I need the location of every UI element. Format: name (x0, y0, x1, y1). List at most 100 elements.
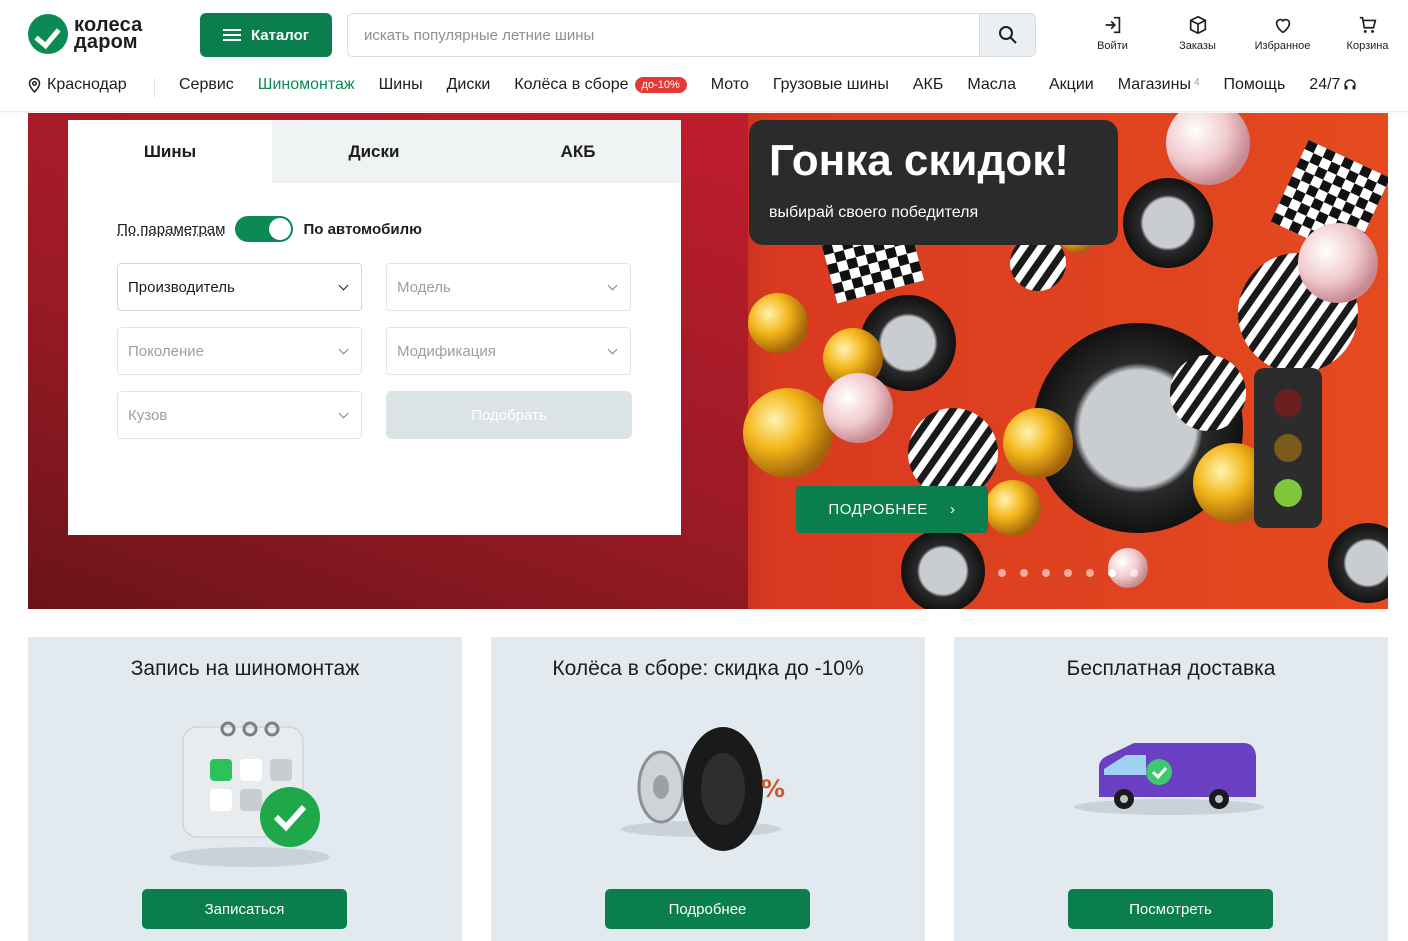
pick-button[interactable]: Подобрать (386, 391, 632, 439)
carousel-dot[interactable] (1064, 569, 1072, 577)
nav-item-service[interactable]: Сервис (179, 76, 234, 94)
search-input[interactable] (348, 14, 979, 56)
model-select[interactable]: Модель (386, 263, 631, 311)
tab-tires[interactable]: Шины (68, 120, 272, 183)
card-title: Бесплатная доставка (1066, 657, 1276, 680)
chevron-down-icon (338, 344, 349, 354)
carousel-dot[interactable] (1042, 569, 1050, 577)
search-icon (998, 26, 1017, 44)
login-icon (1105, 16, 1120, 34)
nav-item-support-24-7[interactable]: 24/7 (1309, 76, 1357, 94)
stores-count: 4 (1193, 76, 1200, 88)
svg-text:%: % (761, 775, 785, 803)
favorites-button[interactable]: Избранное (1240, 14, 1325, 52)
login-button[interactable]: Войти (1070, 14, 1155, 52)
nav-item-tires[interactable]: Шины (379, 76, 423, 94)
model-select-label: Модель (397, 278, 451, 296)
logo-check-icon (28, 14, 68, 54)
nav-item-stores-label: Магазины (1117, 76, 1191, 93)
city-label: Краснодар (47, 76, 127, 93)
carousel-dot[interactable] (1086, 569, 1094, 577)
wheel-and-tire-icon: % (621, 727, 785, 851)
nav-item-tire-fitting[interactable]: Шиномонтаж (258, 76, 355, 94)
catalog-button-label: Каталог (250, 26, 310, 44)
modification-select-label: Модификация (397, 342, 496, 360)
search-button[interactable] (979, 14, 1035, 56)
nav-item-moto[interactable]: Мото (711, 76, 749, 94)
heart-icon (1275, 18, 1290, 34)
cart-button[interactable]: Корзина (1325, 14, 1408, 52)
nav-item-help[interactable]: Помощь (1224, 76, 1286, 94)
generation-select-label: Поколение (128, 342, 204, 360)
catalog-button[interactable]: Каталог (200, 13, 332, 57)
logo-line2: даром (74, 31, 138, 53)
nav-item-promotions[interactable]: Акции (1049, 76, 1094, 94)
view-button[interactable]: Посмотреть (1068, 889, 1273, 929)
nav-items: Сервис Шиномонтаж Шины Диски Колёса в сб… (179, 76, 1357, 94)
calendar-check-icon (170, 721, 330, 867)
hero-banner: Шины Диски АКБ По параметрам По автомоби… (28, 113, 1388, 609)
carousel-dots (998, 569, 1138, 577)
search-mode-toggle[interactable] (235, 216, 294, 242)
cart-label: Корзина (1346, 40, 1389, 52)
card-title: Запись на шиномонтаж (130, 657, 360, 680)
hero-more-button[interactable]: ПОДРОБНЕЕ › (796, 486, 988, 533)
finder-tabs: Шины Диски АКБ (68, 120, 681, 183)
modification-select[interactable]: Модификация (386, 327, 631, 375)
manufacturer-select-label: Производитель (128, 278, 235, 296)
favorites-label: Избранное (1254, 40, 1311, 52)
body-select[interactable]: Кузов (117, 391, 362, 439)
book-button[interactable]: Записаться (142, 889, 347, 929)
orders-button[interactable]: Заказы (1155, 14, 1240, 52)
chevron-down-icon (607, 344, 618, 354)
support-label: 24/7 (1309, 76, 1341, 93)
body-select-label: Кузов (128, 406, 168, 424)
city-selector[interactable]: Краснодар (28, 76, 127, 94)
chevron-right-icon: › (950, 501, 956, 518)
tab-batteries[interactable]: АКБ (476, 120, 680, 183)
by-params-link[interactable]: По параметрам (117, 221, 225, 238)
promo-title: Гонка скидок! (769, 136, 1069, 185)
manufacturer-select[interactable]: Производитель (117, 263, 362, 311)
login-label: Войти (1097, 40, 1128, 52)
header-actions: Войти Заказы Избранное Корзина (1070, 14, 1408, 52)
carousel-dot[interactable] (1020, 569, 1028, 577)
nav-item-assembled-wheels[interactable]: Колёса в сборе до-10% (514, 76, 687, 94)
card-tire-fitting-booking: Запись на шиномонтаж Записаться (28, 637, 462, 941)
search-mode-row: По параметрам По автомобилю (117, 216, 422, 242)
headset-icon (1344, 79, 1357, 90)
logo[interactable]: колеса даром (28, 14, 142, 54)
nav-item-stores[interactable]: Магазины 4 (1118, 76, 1200, 94)
nav-item-oils[interactable]: Масла (967, 76, 1016, 94)
more-button[interactable]: Подробнее (605, 889, 810, 929)
card-title: Колёса в сборе: скидка до -10% (552, 657, 864, 680)
carousel-dot[interactable] (998, 569, 1006, 577)
delivery-van-icon (1074, 743, 1264, 815)
cart-icon (1359, 16, 1376, 33)
search-bar (347, 13, 1036, 57)
chevron-down-icon (338, 280, 349, 290)
nav-item-wheels[interactable]: Диски (447, 76, 491, 94)
carousel-dot[interactable] (1130, 569, 1138, 577)
site-header: колеса даром Каталог Войти Заказы Избран… (0, 0, 1408, 66)
nav-item-assembled-wheels-label: Колёса в сборе (514, 76, 629, 93)
by-car-label[interactable]: По автомобилю (303, 221, 421, 238)
menu-icon (222, 29, 241, 41)
tab-wheels[interactable]: Диски (272, 120, 476, 183)
nav-item-batteries[interactable]: АКБ (913, 76, 944, 94)
card-assembled-wheels: Колёса в сборе: скидка до -10% % Подробн… (491, 637, 925, 941)
promo-subtitle: выбирай своего победителя (769, 204, 979, 221)
main-nav: Краснодар Сервис Шиномонтаж Шины Диски К… (0, 66, 1408, 112)
generation-select[interactable]: Поколение (117, 327, 362, 375)
carousel-dot-active[interactable] (1108, 569, 1116, 577)
chevron-down-icon (607, 280, 618, 290)
tire-finder: Шины Диски АКБ По параметрам По автомоби… (68, 120, 681, 535)
chevron-down-icon (338, 408, 349, 418)
orders-label: Заказы (1179, 40, 1216, 52)
box-icon (1189, 15, 1206, 35)
location-pin-icon (28, 77, 41, 93)
nav-divider (154, 78, 155, 98)
discount-badge: до-10% (634, 77, 687, 93)
nav-item-truck-tires[interactable]: Грузовые шины (773, 76, 889, 94)
hero-more-button-label: ПОДРОБНЕЕ (828, 501, 929, 518)
